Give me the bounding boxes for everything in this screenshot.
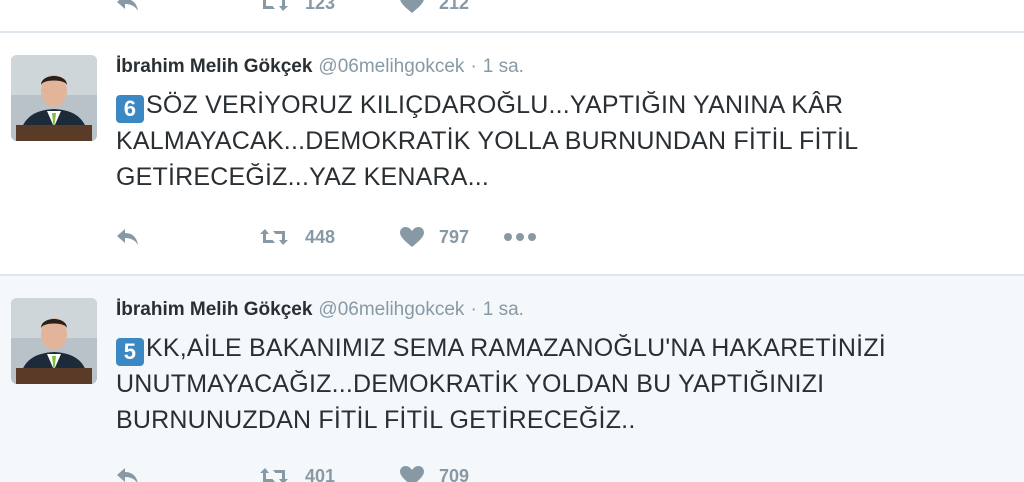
tweet-body: SÖZ VERİYORUZ KILIÇDAROĞLU...YAPTIĞIN YA…	[116, 91, 858, 191]
like-button[interactable]: 212	[399, 0, 499, 14]
retweet-icon	[260, 229, 288, 245]
separator-dot: ·	[470, 56, 477, 77]
reply-button[interactable]	[116, 227, 152, 247]
retweet-button[interactable]: 123	[259, 0, 363, 14]
tweet-time[interactable]: 1 sa.	[483, 299, 524, 320]
tweet-header: İbrahim Melih Gökçek @06melihgokcek · 1 sa.	[116, 54, 524, 80]
reply-icon	[117, 229, 138, 245]
avatar-image	[11, 298, 97, 384]
author-handle[interactable]: @06melihgokcek	[318, 56, 464, 77]
avatar-image	[11, 55, 97, 141]
tweet[interactable]: İbrahim Melih Gökçek @06melihgokcek · 1 sa.…	[0, 276, 1024, 482]
tweet-partial[interactable]: 123 212	[0, 0, 1024, 32]
avatar[interactable]	[11, 298, 97, 384]
author-name[interactable]: İbrahim Melih Gökçek	[116, 299, 312, 320]
retweet-count: 448	[305, 226, 336, 247]
heart-icon	[400, 227, 424, 247]
retweet-count: 401	[305, 465, 336, 482]
like-button[interactable]: 797	[399, 226, 499, 248]
reply-icon	[117, 0, 138, 11]
like-count: 797	[439, 226, 470, 247]
more-button[interactable]	[503, 232, 537, 242]
heart-icon	[400, 0, 424, 13]
like-button[interactable]: 709	[399, 465, 499, 482]
retweet-button[interactable]: 448	[259, 227, 363, 248]
tweet-time[interactable]: 1 sa.	[483, 56, 524, 77]
retweet-icon	[260, 468, 288, 482]
tweet-body: KK,AİLE BAKANIMIZ SEMA RAMAZANOĞLU'NA HA…	[116, 334, 886, 434]
author-name[interactable]: İbrahim Melih Gökçek	[116, 56, 312, 77]
like-count: 212	[439, 0, 470, 13]
tweet-text: 6 SÖZ VERİYORUZ KILIÇDAROĞLU...YAPTIĞIN Y…	[116, 87, 1006, 195]
author-handle[interactable]: @06melihgokcek	[318, 299, 464, 320]
keycap-number-emoji: 5	[116, 338, 144, 366]
retweet-icon	[260, 0, 288, 11]
retweet-count: 123	[305, 0, 336, 13]
reply-icon	[117, 468, 138, 482]
reply-button[interactable]	[116, 0, 152, 13]
more-icon	[504, 233, 536, 241]
tweet-text: 5 KK,AİLE BAKANIMIZ SEMA RAMAZANOĞLU'NA H…	[116, 330, 1006, 438]
heart-icon	[400, 466, 424, 482]
reply-button[interactable]	[116, 466, 152, 482]
avatar[interactable]	[11, 55, 97, 141]
retweet-button[interactable]: 401	[259, 466, 363, 482]
like-count: 709	[439, 465, 470, 482]
keycap-number-emoji: 6	[116, 95, 144, 123]
tweet-actions: 448 797	[116, 226, 537, 248]
separator-dot: ·	[470, 299, 477, 320]
tweet-header: İbrahim Melih Gökçek @06melihgokcek · 1 sa.	[116, 297, 524, 323]
timeline: 123 212 İbrahim Melih Gökçek @06melihgokc	[0, 0, 1024, 482]
tweet-actions: 123 212	[116, 0, 499, 14]
tweet[interactable]: İbrahim Melih Gökçek @06melihgokcek · 1 sa.…	[0, 33, 1024, 275]
tweet-actions: 401 709	[116, 465, 499, 482]
